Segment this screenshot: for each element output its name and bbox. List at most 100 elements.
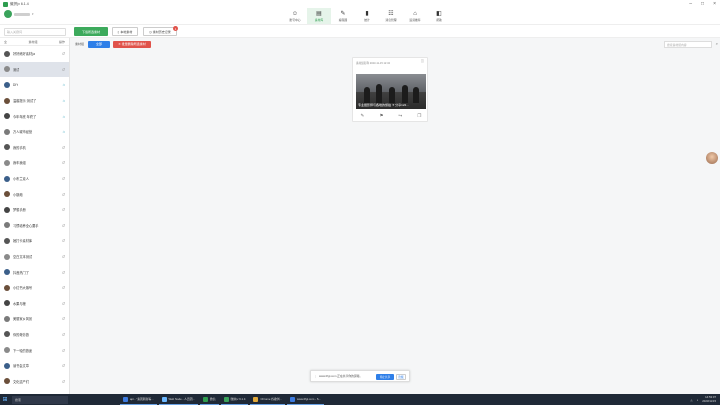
tab-chat[interactable]: ☷ 消息管理 [379, 8, 403, 24]
sync-icon[interactable]: ↺ [62, 270, 65, 275]
taskbar-app[interactable]: Web Node - 人员团... [158, 394, 198, 405]
maximize-icon[interactable]: □ [701, 1, 704, 7]
copy-icon[interactable]: ❐ [417, 113, 421, 119]
app-icon [289, 396, 295, 402]
tab-chart[interactable]: ▮ 统计 [355, 8, 379, 24]
app-icon [202, 396, 208, 402]
tab-store[interactable]: ⌂ 运营推荐 [403, 8, 427, 24]
list-item[interactable]: 抖音热门了 ↺ [0, 264, 69, 280]
download-selected-button[interactable]: 下载所选素材 [74, 27, 108, 36]
sync-icon[interactable]: ↺ [62, 51, 65, 56]
cloud-synced-icon[interactable]: ⌂ [63, 82, 65, 87]
account-switcher[interactable]: ▾ [4, 10, 34, 18]
sync-icon[interactable]: ↺ [62, 379, 65, 384]
taskbar-clock[interactable]: 14:53:07 2023/11/15 [702, 395, 716, 403]
help-icon: ◧ [436, 10, 442, 17]
list-item[interactable]: 小钢炮 ↺ [0, 186, 69, 202]
list-item[interactable]: 小红书大咖号 ↺ [0, 280, 69, 296]
list-item[interactable]: 今年年底 年终了 ⌂ [0, 108, 69, 124]
tab-help[interactable]: ◧ 帮助 [427, 8, 451, 24]
share-icon[interactable]: ↪ [399, 113, 403, 119]
thumbnail-figure [376, 84, 382, 103]
taskbar-app[interactable]: 微信 [199, 394, 219, 405]
sync-icon[interactable]: ↺ [62, 238, 65, 243]
cloud-synced-icon[interactable]: ⌂ [63, 129, 65, 134]
list-item[interactable]: 小布兰克人 ↺ [0, 171, 69, 187]
sync-icon[interactable]: ↺ [62, 363, 65, 368]
list-item[interactable]: 温馨提示 测试了 ⌂ [0, 93, 69, 109]
history-button[interactable]: ◷ 素材历史记录 1 [143, 26, 178, 36]
taskbar-app[interactable]: 微拼(v 6.1.4 [220, 394, 249, 405]
taskbar-app[interactable]: Chrome 谷歌浏... [250, 394, 285, 405]
stop-sharing-button[interactable]: 停止共享 [376, 374, 394, 380]
sync-icon[interactable]: ↺ [62, 332, 65, 337]
tab-person[interactable]: ☺ 账号中心 [283, 8, 307, 24]
network-icon[interactable]: ◬ [690, 398, 692, 402]
material-search-input[interactable]: 搜索素材组内容 [664, 41, 712, 48]
flag-icon[interactable]: ⚑ [379, 113, 383, 119]
list-item[interactable]: 她打卡素材库 ↺ [0, 233, 69, 249]
sync-icon[interactable]: ↺ [62, 67, 65, 72]
list-item[interactable]: 我车我组 ↺ [0, 155, 69, 171]
thumbnail-caption: 专业摄影师与各地的旅拍 ✈ 分享122... [358, 103, 409, 107]
list-item[interactable]: DIY ⌂ [0, 77, 69, 93]
select-all-toggle[interactable]: 全 [4, 40, 7, 44]
group-name: 测试 [13, 67, 20, 72]
all-filter-button[interactable]: 全部 [88, 40, 111, 48]
library-icon: ▤ [316, 10, 322, 17]
material-card[interactable]: 素材组名称 2023-11-15 12:34 ◫ 专业摄影师与各地的旅拍 ✈ 分… [352, 57, 428, 122]
search-input[interactable]: 输入关键词 [4, 28, 66, 36]
list-item[interactable]: 好好练好素材(a ↺ [0, 46, 69, 62]
tab-label: 编辑器 [338, 17, 348, 22]
tab-pen[interactable]: ✎ 编辑器 [331, 8, 355, 24]
list-item[interactable]: 测试 ↺ [0, 61, 69, 78]
sync-icon[interactable]: ↺ [62, 316, 65, 321]
system-tray: ◬ ◖ 14:53:07 2023/11/15 [690, 394, 716, 405]
taskbar-app[interactable]: www.0fgt.com - S... [286, 394, 324, 405]
list-item[interactable]: 水果与粮 ↺ [0, 296, 69, 312]
sync-icon[interactable]: ↺ [62, 254, 65, 259]
local-material-label: 本地素材 [120, 29, 133, 34]
list-item[interactable]: 习惯培养全心要手 ↺ [0, 218, 69, 234]
sync-icon[interactable]: ↺ [62, 192, 65, 197]
local-material-button[interactable]: ▯ 本地素材 [112, 27, 138, 36]
list-item[interactable]: 我的手机 ↺ [0, 140, 69, 156]
search-icon[interactable]: ⌕ [716, 41, 718, 46]
list-item[interactable]: 空白文本测试 ↺ [0, 249, 69, 265]
batch-delete-button[interactable]: ✕ 批量删除所选素材 [113, 40, 152, 48]
sync-icon[interactable]: ↺ [62, 301, 65, 306]
list-item[interactable]: 美丽家乡风景 ↺ [0, 311, 69, 327]
card-actions: ✎ ⚑ ↪ ❐ [353, 110, 429, 121]
sync-icon[interactable]: ↺ [62, 176, 65, 181]
bookmark-icon[interactable]: ◫ [421, 59, 424, 63]
sync-icon[interactable]: ↺ [62, 285, 65, 290]
sync-icon[interactable]: ↺ [62, 160, 65, 165]
app-header: ▾ ☺ 账号中心 ▤ 素材库 ✎ 编辑器 ▮ 统计 ☷ 消息管理 ⌂ 运营推荐 ◧ 帮助 [0, 8, 720, 24]
group-name: 万人城市经营 [13, 130, 33, 135]
windows-start-icon[interactable]: ⊞ [0, 394, 10, 405]
sync-icon[interactable]: ↺ [62, 207, 65, 212]
cloud-synced-icon[interactable]: ⌂ [63, 98, 65, 103]
card-thumbnail[interactable]: 专业摄影师与各地的旅拍 ✈ 分享122... [356, 74, 426, 109]
list-item[interactable]: 你的奇妙旅 ↺ [0, 327, 69, 343]
clock-date: 2023/11/15 [702, 398, 716, 403]
sync-icon[interactable]: ↺ [62, 145, 65, 150]
taskbar-search[interactable]: 搜索 [12, 395, 68, 404]
sync-icon[interactable]: ↺ [62, 348, 65, 353]
list-item[interactable]: 下一轮的旅途 ↺ [0, 342, 69, 358]
list-item[interactable]: 梦想手册 ↺ [0, 202, 69, 218]
cloud-synced-icon[interactable]: ⌂ [63, 114, 65, 119]
group-name: 你的奇妙旅 [13, 332, 29, 337]
minimize-icon[interactable]: – [689, 1, 692, 7]
taskbar-app[interactable]: api - "素团刷新等... [120, 394, 157, 405]
volume-icon[interactable]: ◖ [697, 398, 699, 402]
list-item[interactable]: 万人城市经营 ⌂ [0, 124, 69, 140]
hide-button[interactable]: 隐藏 [396, 374, 406, 380]
sync-icon[interactable]: ↺ [62, 223, 65, 228]
close-icon[interactable]: × [713, 1, 716, 7]
list-item[interactable]: 读书会文章 ↺ [0, 358, 69, 374]
list-item[interactable]: 文化遗产们 ↺ [0, 373, 69, 389]
edit-icon[interactable]: ✎ [361, 113, 365, 119]
tab-library[interactable]: ▤ 素材库 [307, 8, 331, 24]
floating-assistant-avatar[interactable] [706, 152, 718, 164]
